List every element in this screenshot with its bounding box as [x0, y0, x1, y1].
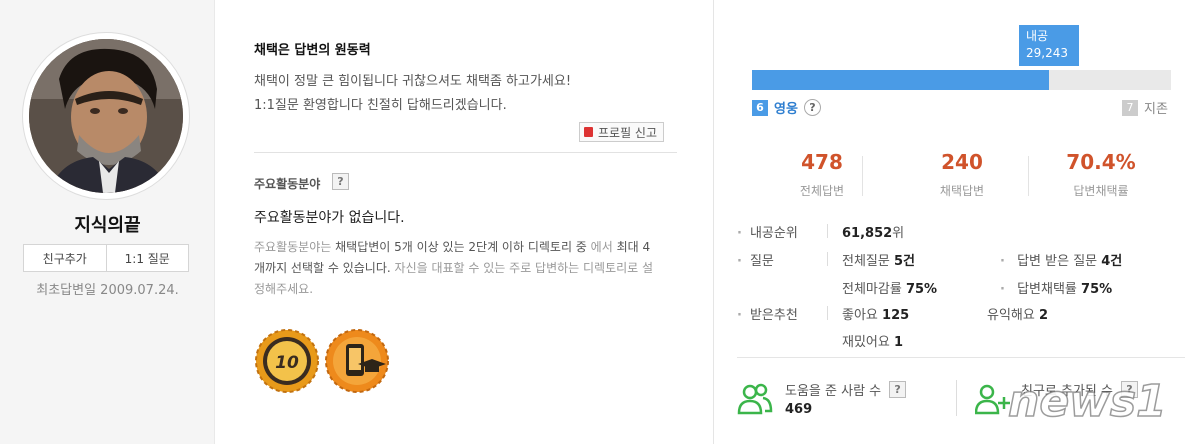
ten-medal-icon[interactable]: 10 [254, 328, 320, 394]
rank-value: 61,852 [842, 226, 893, 241]
like-value: 125 [882, 308, 910, 323]
svg-text:news1: news1 [1008, 376, 1167, 427]
nickname: 지식의끝 [74, 215, 141, 236]
total-questions-label: 전체질문 [842, 254, 890, 269]
siren-icon [584, 127, 593, 137]
answer-adopt-rate: 답변채택률 75% [1000, 278, 1112, 297]
next-level-number: 7 [1122, 99, 1138, 116]
useful-label: 유익해요 [987, 308, 1035, 323]
useful-value: 2 [1038, 308, 1049, 323]
stat-adopted-answers: 240 채택답변 [892, 150, 1032, 199]
profile-panel: 지식의끝 친구추가 1:1 질문 최초답변일 2009.07.24. [0, 0, 215, 444]
total-questions-value: 5건 [893, 254, 915, 269]
stat-value: 70.4% [1066, 150, 1136, 174]
activity-area-help-icon[interactable]: ? [332, 173, 349, 190]
report-profile-button[interactable]: 프로필 신고 [579, 122, 665, 142]
level-help-icon[interactable]: ? [803, 99, 821, 116]
mobile-graduate-medal-icon[interactable] [324, 328, 390, 394]
divider [254, 152, 677, 153]
intro-line: 채택이 정말 큰 힘이됩니다 귀찮으셔도 채택좀 하고가세요! [254, 74, 572, 89]
stat-value: 240 [941, 150, 983, 174]
exp-tooltip: 내공 29,243 [1019, 25, 1079, 66]
one-on-one-question-button[interactable]: 1:1 질문 [105, 245, 189, 271]
exp-label: 내공 [1026, 29, 1049, 43]
helped-people-label: 도움을 준 사람 수 [785, 384, 882, 399]
current-level-number: 6 [752, 99, 768, 116]
add-friend-button[interactable]: 친구추가 [24, 245, 106, 271]
activity-area-title: 주요활동분야 [254, 177, 321, 191]
activity-area-description: 주요활동분야는 채택답변이 5개 이상 있는 2단계 이하 디렉토리 중 에서 … [254, 237, 654, 300]
news1-watermark-logo: news1 [1008, 375, 1167, 428]
answer-adopt-rate-label: 답변채택률 [1017, 282, 1077, 297]
activity-area-empty-text: 주요활동분야가 없습니다. [254, 210, 405, 226]
intro-panel: 채택은 답변의 원동력 채택이 정말 큰 힘이됩니다 귀찮으셔도 채택좀 하고가… [216, 0, 714, 444]
divider [737, 357, 1185, 358]
medal-text: 10 [275, 353, 299, 373]
divider [827, 252, 828, 266]
exp-progress-fill [752, 70, 1050, 90]
fun-count: 재밌어요 1 [842, 331, 903, 350]
fun-label: 재밌어요 [842, 335, 890, 350]
like-label: 좋아요 [842, 308, 878, 323]
current-level-name: 영웅 [774, 102, 798, 117]
divider [1028, 156, 1029, 196]
next-level-name: 지존 [1144, 102, 1168, 117]
divider [956, 380, 957, 416]
avatar-photo-icon [29, 39, 183, 193]
useful-count: 유익해요 2 [987, 304, 1048, 323]
received-questions: 답변 받은 질문 4건 [1000, 250, 1122, 269]
helped-people-help-icon[interactable]: ? [889, 381, 907, 398]
desc-emphasis: 채택답변이 5개 이상 있는 2단계 이하 디렉토리 중 [335, 240, 587, 254]
like-count: 좋아요 125 [842, 304, 909, 323]
rank-value-row: 61,852위 [842, 222, 904, 241]
rank-unit: 위 [892, 226, 905, 241]
close-rate-value: 75% [905, 282, 938, 297]
report-profile-label: 프로필 신고 [598, 125, 658, 140]
intro-title: 채택은 답변의 원동력 [254, 43, 371, 58]
stat-label: 전체답변 [799, 184, 845, 198]
desc-text: 에서 [590, 240, 613, 254]
stat-value: 478 [801, 150, 843, 174]
helped-people-label-row: 도움을 준 사람 수 ? [785, 380, 907, 399]
received-questions-value: 4건 [1101, 254, 1123, 269]
people-icon [737, 383, 773, 415]
stat-adoption-rate: 70.4% 답변채택률 [1031, 150, 1171, 199]
stat-label: 채택답변 [939, 184, 985, 198]
total-questions: 전체질문 5건 [842, 250, 915, 269]
received-questions-label: 답변 받은 질문 [1017, 254, 1098, 269]
rank-label: 내공순위 [737, 222, 798, 241]
next-level: 7 지존 [1122, 98, 1168, 117]
recommend-label: 받은추천 [737, 304, 798, 323]
helped-people-value: 469 [785, 402, 813, 417]
fun-value: 1 [893, 335, 904, 350]
close-rate-label: 전체마감률 [842, 282, 902, 297]
exp-progress-bar [752, 70, 1171, 90]
stat-total-answers: 478 전체답변 [752, 150, 892, 199]
question-label: 질문 [737, 250, 774, 269]
exp-value: 29,243 [1026, 46, 1068, 60]
divider [827, 224, 828, 238]
current-level: 6 영웅 ? [752, 98, 821, 117]
divider [862, 156, 863, 196]
desc-text: 주요활동분야는 [254, 240, 332, 254]
profile-actions: 친구추가 1:1 질문 [23, 244, 189, 272]
close-rate: 전체마감률 75% [842, 278, 937, 297]
divider [827, 306, 828, 320]
first-answer-date: 최초답변일 2009.07.24. [36, 283, 179, 298]
avatar[interactable] [29, 39, 183, 193]
stat-label: 답변채택률 [1073, 184, 1129, 198]
avatar-frame [22, 32, 190, 200]
intro-line: 1:1질문 환영합니다 친절히 답해드리겠습니다. [254, 98, 507, 113]
add-friend-icon [975, 384, 1010, 415]
answer-adopt-rate-value: 75% [1081, 282, 1113, 297]
